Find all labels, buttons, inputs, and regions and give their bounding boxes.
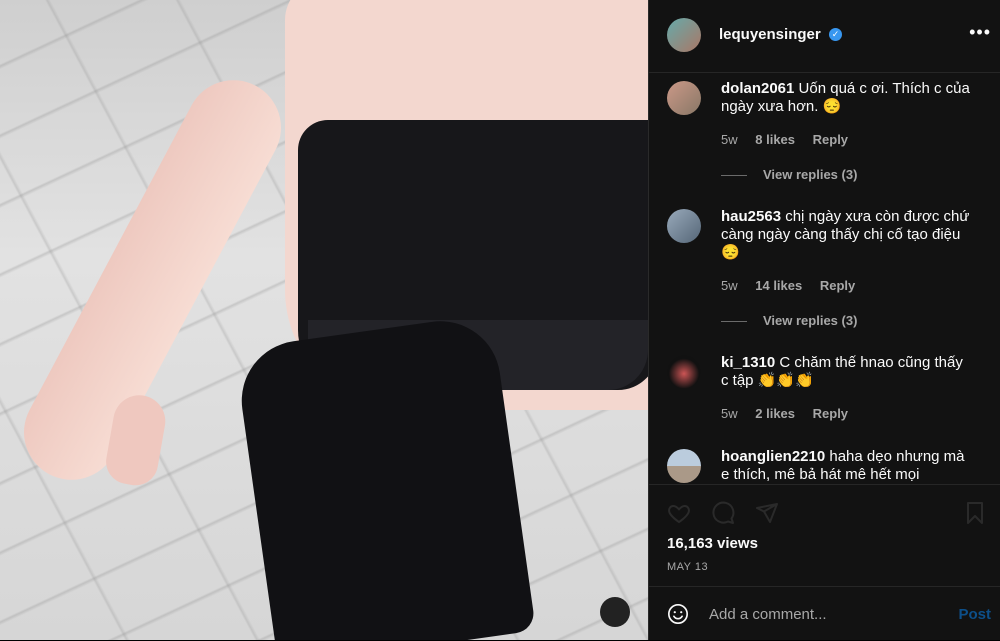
comment-icon[interactable] xyxy=(711,501,735,525)
author-username[interactable]: lequyensinger xyxy=(719,26,821,43)
more-options-icon[interactable]: ••• xyxy=(969,22,991,43)
comment-meta: 5w 14 likes Reply xyxy=(721,278,869,293)
bookmark-icon[interactable] xyxy=(963,501,987,525)
video-sound-button[interactable] xyxy=(600,597,630,627)
comment-time: 5w xyxy=(721,278,738,293)
emoji-icon[interactable] xyxy=(667,603,689,625)
author-avatar[interactable] xyxy=(667,18,701,52)
post-date: MAY 13 xyxy=(667,561,709,573)
commenter-username[interactable]: hau2563 xyxy=(721,208,781,225)
comment-text: dolan2061 Uốn quá c ơi. Thích c của ngày… xyxy=(721,80,971,116)
commenter-avatar[interactable] xyxy=(667,449,701,483)
commenter-avatar[interactable] xyxy=(667,209,701,243)
share-icon[interactable] xyxy=(755,501,779,525)
view-replies-button[interactable]: View replies (3) xyxy=(721,167,857,182)
reply-button[interactable]: Reply xyxy=(820,278,855,293)
comment-likes[interactable]: 2 likes xyxy=(755,406,795,421)
reply-button[interactable]: Reply xyxy=(813,406,848,421)
view-count[interactable]: 16,163 views xyxy=(667,535,758,552)
comments-list: dolan2061 Uốn quá c ơi. Thích c của ngày… xyxy=(649,73,1000,483)
reply-button[interactable]: Reply xyxy=(813,132,848,147)
post-video[interactable] xyxy=(0,0,648,640)
comment-text: hau2563 chị ngày xưa còn được chứ càng n… xyxy=(721,208,971,262)
commenter-username[interactable]: ki_1310 xyxy=(721,354,775,371)
post-header: lequyensinger ✓ ••• xyxy=(649,0,1000,73)
commenter-avatar[interactable] xyxy=(667,81,701,115)
commenter-avatar[interactable] xyxy=(667,355,701,389)
heart-icon[interactable] xyxy=(667,501,691,525)
comment-text: ki_1310 C chăm thế hnao cũng thấy c tập … xyxy=(721,354,971,390)
post-side-panel: lequyensinger ✓ ••• dolan2061 Uốn quá c … xyxy=(648,0,1000,640)
comment-likes[interactable]: 8 likes xyxy=(755,132,795,147)
comment-time: 5w xyxy=(721,132,738,147)
commenter-username[interactable]: dolan2061 xyxy=(721,80,794,97)
comment-text: hoanglien2210 haha dẹo nhưng mà e thích,… xyxy=(721,448,971,483)
comment-meta: 5w 8 likes Reply xyxy=(721,132,862,147)
post-comment-button[interactable]: Post xyxy=(958,606,991,623)
comment-input[interactable]: Add a comment... xyxy=(709,606,827,623)
verified-badge-icon: ✓ xyxy=(829,28,842,41)
comment-meta: 5w 2 likes Reply xyxy=(721,406,862,421)
comment-composer: Add a comment... Post xyxy=(649,586,1000,641)
post-actions: 16,163 views MAY 13 xyxy=(649,484,1000,585)
commenter-username[interactable]: hoanglien2210 xyxy=(721,448,825,465)
comment-time: 5w xyxy=(721,406,738,421)
comment-likes[interactable]: 14 likes xyxy=(755,278,802,293)
video-frame-legs xyxy=(233,313,537,640)
view-replies-button[interactable]: View replies (3) xyxy=(721,313,857,328)
